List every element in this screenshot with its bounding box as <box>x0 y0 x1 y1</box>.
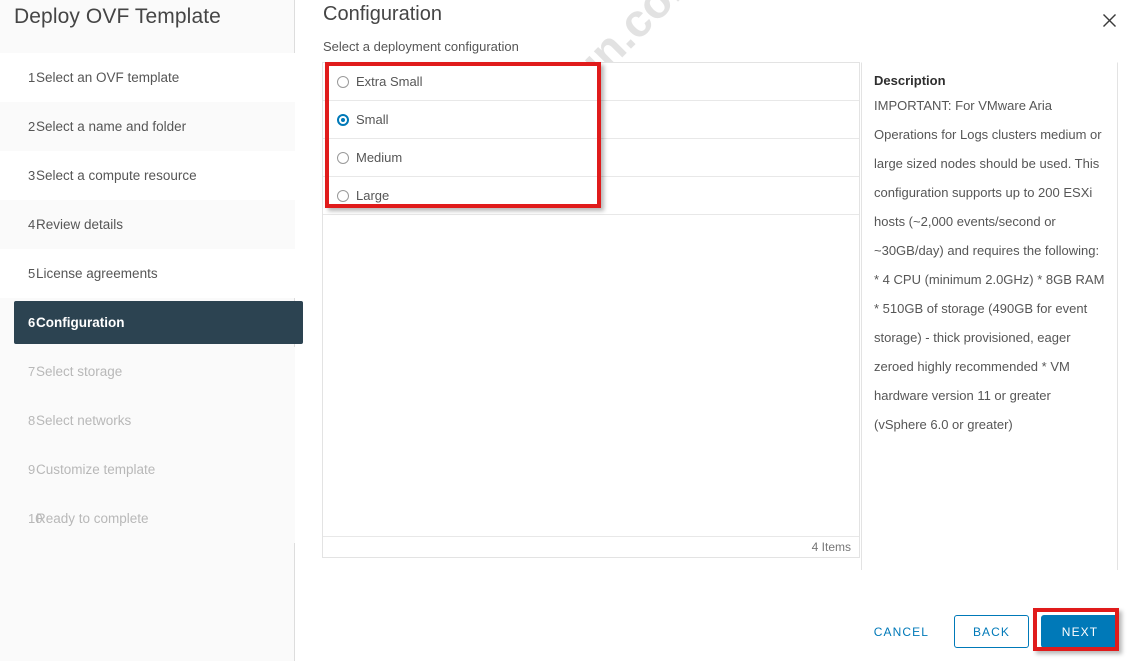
step-label: Customize template <box>36 462 156 477</box>
cancel-button[interactable]: CANCEL <box>859 615 944 648</box>
step-label: Select a compute resource <box>36 168 197 183</box>
sidebar-step-ready-to-complete: 10 Ready to complete <box>0 494 295 543</box>
sidebar-step-customize-template: 9 Customize template <box>0 445 295 494</box>
sidebar-step-select-a-compute-resource[interactable]: 3 Select a compute resource <box>0 151 295 200</box>
configuration-option-label: Medium <box>356 150 403 165</box>
sidebar-step-license-agreements[interactable]: 5 License agreements <box>0 249 295 298</box>
page-subtitle: Select a deployment configuration <box>323 39 519 54</box>
back-button[interactable]: BACK <box>954 615 1029 648</box>
step-number: 3 <box>28 168 36 183</box>
description-body: IMPORTANT: For VMware Aria Operations fo… <box>874 98 1105 432</box>
step-number: 2 <box>28 119 36 134</box>
step-number: 10 <box>28 511 43 526</box>
configuration-option-row[interactable]: Small <box>323 101 859 139</box>
items-count-label: 4 Items <box>811 540 851 554</box>
sidebar-step-select-an-ovf-template[interactable]: 1 Select an OVF template <box>0 53 295 102</box>
configuration-table: Extra Small Small Medium Large 4 Items <box>322 62 860 558</box>
table-footer: 4 Items <box>323 536 859 557</box>
wizard-sidebar: Deploy OVF Template 1 Select an OVF templ… <box>0 0 303 661</box>
description-panel: Description IMPORTANT: For VMware Aria O… <box>861 62 1118 570</box>
sidebar-step-configuration[interactable]: 6 Configuration <box>0 298 303 347</box>
step-label: Select storage <box>36 364 123 379</box>
step-number: 4 <box>28 217 36 232</box>
step-label: Configuration <box>36 315 125 330</box>
step-number: 8 <box>28 413 36 428</box>
configuration-option-label: Large <box>356 188 390 203</box>
step-label: Select an OVF template <box>36 70 180 85</box>
radio-button-icon[interactable] <box>337 151 349 164</box>
sidebar-step-select-networks: 8 Select networks <box>0 396 295 445</box>
sidebar-step-select-a-name-and-folder[interactable]: 2 Select a name and folder <box>0 102 295 151</box>
configuration-option-row[interactable]: Large <box>323 177 859 215</box>
step-number: 9 <box>28 462 36 477</box>
sidebar-step-select-storage: 7 Select storage <box>0 347 295 396</box>
description-title: Description <box>874 73 946 88</box>
sidebar-step-review-details[interactable]: 4 Review details <box>0 200 295 249</box>
configuration-option-list: Extra Small Small Medium Large <box>323 63 859 215</box>
step-number: 7 <box>28 364 36 379</box>
wizard-step-list: 1 Select an OVF template 2 Select a name an… <box>0 53 303 543</box>
step-label: Review details <box>36 217 124 232</box>
configuration-option-row[interactable]: Medium <box>323 139 859 177</box>
deploy-ovf-template-wizard: mustafakarakoyun.com Deploy OVF Template… <box>0 0 1133 661</box>
configuration-option-row[interactable]: Extra Small <box>323 63 859 101</box>
configuration-option-label: Small <box>356 112 389 127</box>
radio-button-icon[interactable] <box>337 75 349 88</box>
step-label: Select a name and folder <box>36 119 187 134</box>
step-label: License agreements <box>36 266 158 281</box>
radio-button-icon[interactable] <box>337 113 349 126</box>
configuration-option-label: Extra Small <box>356 74 423 89</box>
step-label: Ready to complete <box>36 511 149 526</box>
wizard-main-content: Configuration Select a deployment config… <box>295 0 1133 661</box>
step-number: 6 <box>28 315 36 330</box>
wizard-footer-buttons: CANCEL BACK NEXT <box>859 615 1119 648</box>
next-button[interactable]: NEXT <box>1041 615 1119 648</box>
step-label: Select networks <box>36 413 132 428</box>
table-empty-space <box>323 215 859 536</box>
wizard-title: Deploy OVF Template <box>14 5 221 28</box>
page-title: Configuration <box>323 3 442 25</box>
close-icon[interactable] <box>1095 6 1124 35</box>
step-number: 1 <box>28 70 36 85</box>
step-number: 5 <box>28 266 36 281</box>
radio-button-icon[interactable] <box>337 189 349 202</box>
